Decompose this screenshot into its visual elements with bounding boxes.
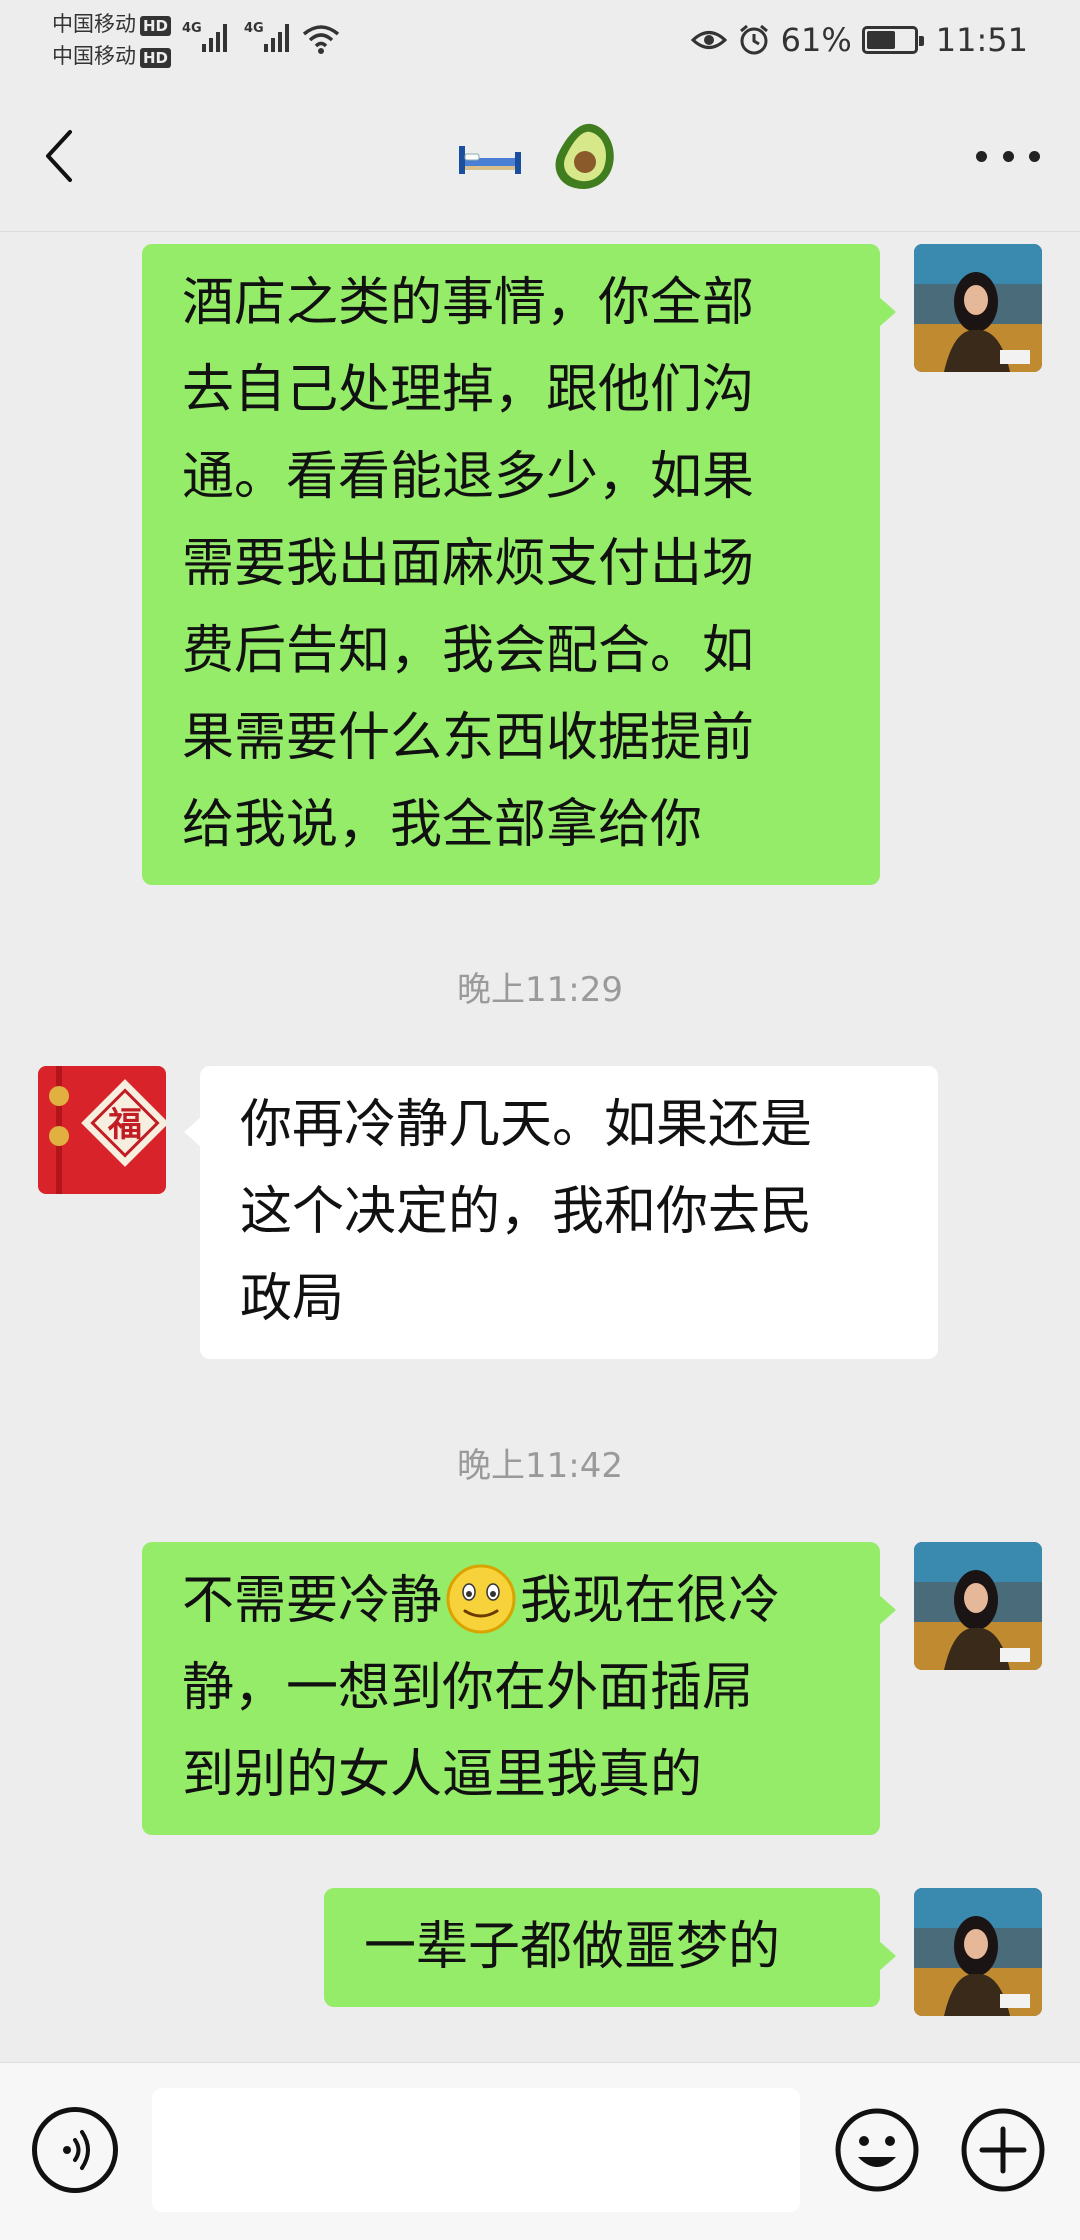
message-line: 酒店之类的事情，你全部	[182, 273, 755, 333]
wifi-icon	[302, 25, 340, 54]
input-bar	[0, 2062, 1080, 2240]
message-line: 静，一想到你在外面插屌	[182, 1658, 755, 1718]
signal-2-icon: 4G	[244, 21, 289, 52]
message-line: 这个决定的，我和你去民	[240, 1182, 813, 1242]
battery-fill	[866, 31, 895, 49]
message-bubble-outgoing[interactable]: 酒店之类的事情，你全部 去自己处理掉，跟他们沟 通。看看能退多少，如果 需要我出…	[142, 244, 896, 885]
message-line: 不需要冷静 我现在很冷	[182, 1558, 840, 1645]
eye-icon	[690, 31, 727, 49]
message-text: 我现在很冷	[520, 1571, 781, 1631]
battery-icon	[861, 26, 924, 54]
hd-badge-2: HD	[140, 48, 172, 68]
contact-avatar-image: 福	[38, 1066, 166, 1194]
carrier-1-label: 中国移动	[52, 12, 136, 36]
message-line: 给我说，我全部拿给你	[182, 795, 703, 855]
my-avatar-image	[914, 244, 1042, 372]
message-line: 通。看看能退多少，如果	[182, 447, 755, 507]
hd-badge-1: HD	[140, 16, 172, 36]
status-right: 61% 11:51	[690, 18, 1028, 62]
message-line: 到别的女人逼里我真的	[182, 1745, 703, 1805]
my-avatar[interactable]	[914, 244, 1042, 372]
message-text: 不需要冷静	[182, 1571, 443, 1631]
chat-header	[0, 80, 1080, 232]
network-1-label: 4G	[182, 21, 202, 36]
voice-input-button[interactable]	[32, 2107, 118, 2193]
plus-icon[interactable]	[960, 2107, 1046, 2193]
chat-title	[0, 116, 1080, 196]
voice-icon	[63, 2130, 90, 2170]
message-input[interactable]	[152, 2088, 800, 2212]
my-avatar[interactable]	[914, 1542, 1042, 1670]
my-avatar[interactable]	[914, 1888, 1042, 2016]
smiley-emoji-icon	[446, 1564, 516, 1634]
message-bubble-incoming[interactable]: 你再冷静几天。如果还是 这个决定的，我和你去民 政局	[184, 1066, 938, 1359]
more-options-icon[interactable]	[976, 146, 1040, 166]
message-bubble-outgoing[interactable]: 不需要冷静 我现在很冷 静，一想到你在外面插屌 到别的女人逼里我真的	[142, 1542, 896, 1835]
battery-percent: 61%	[780, 21, 852, 59]
message-line: 果需要什么东西收据提前	[182, 708, 755, 768]
message-line: 去自己处理掉，跟他们沟	[182, 360, 755, 420]
my-avatar-image	[914, 1888, 1042, 2016]
contact-avatar[interactable]: 福	[38, 1066, 166, 1194]
message-line: 你再冷静几天。如果还是	[240, 1095, 813, 1155]
my-avatar-image	[914, 1542, 1042, 1670]
status-bar: 中国移动 HD 中国移动 HD 4G 4G 61% 11:51	[0, 0, 1080, 80]
timestamp: 晚上11:42	[457, 1446, 623, 1486]
bed-emoji-icon	[459, 146, 521, 174]
message-line: 费后告知，我会配合。如	[182, 621, 755, 681]
carrier-2: 中国移动 HD	[52, 44, 172, 68]
network-2-label: 4G	[244, 21, 264, 36]
message-line: 一辈子都做噩梦的	[364, 1917, 781, 1977]
carrier-2-label: 中国移动	[52, 44, 136, 68]
clock: 11:51	[935, 21, 1028, 59]
alarm-icon	[739, 24, 768, 55]
timestamp: 晚上11:29	[457, 970, 623, 1010]
message-line: 需要我出面麻烦支付出场	[182, 534, 755, 594]
emoji-icon[interactable]	[834, 2107, 920, 2193]
signal-1-icon: 4G	[182, 21, 227, 52]
message-line: 政局	[240, 1269, 345, 1329]
avocado-emoji-icon	[555, 123, 614, 189]
carrier-1: 中国移动 HD	[52, 12, 172, 36]
message-bubble-outgoing[interactable]: 一辈子都做噩梦的	[324, 1888, 896, 2007]
svg-text:福: 福	[107, 1105, 142, 1145]
